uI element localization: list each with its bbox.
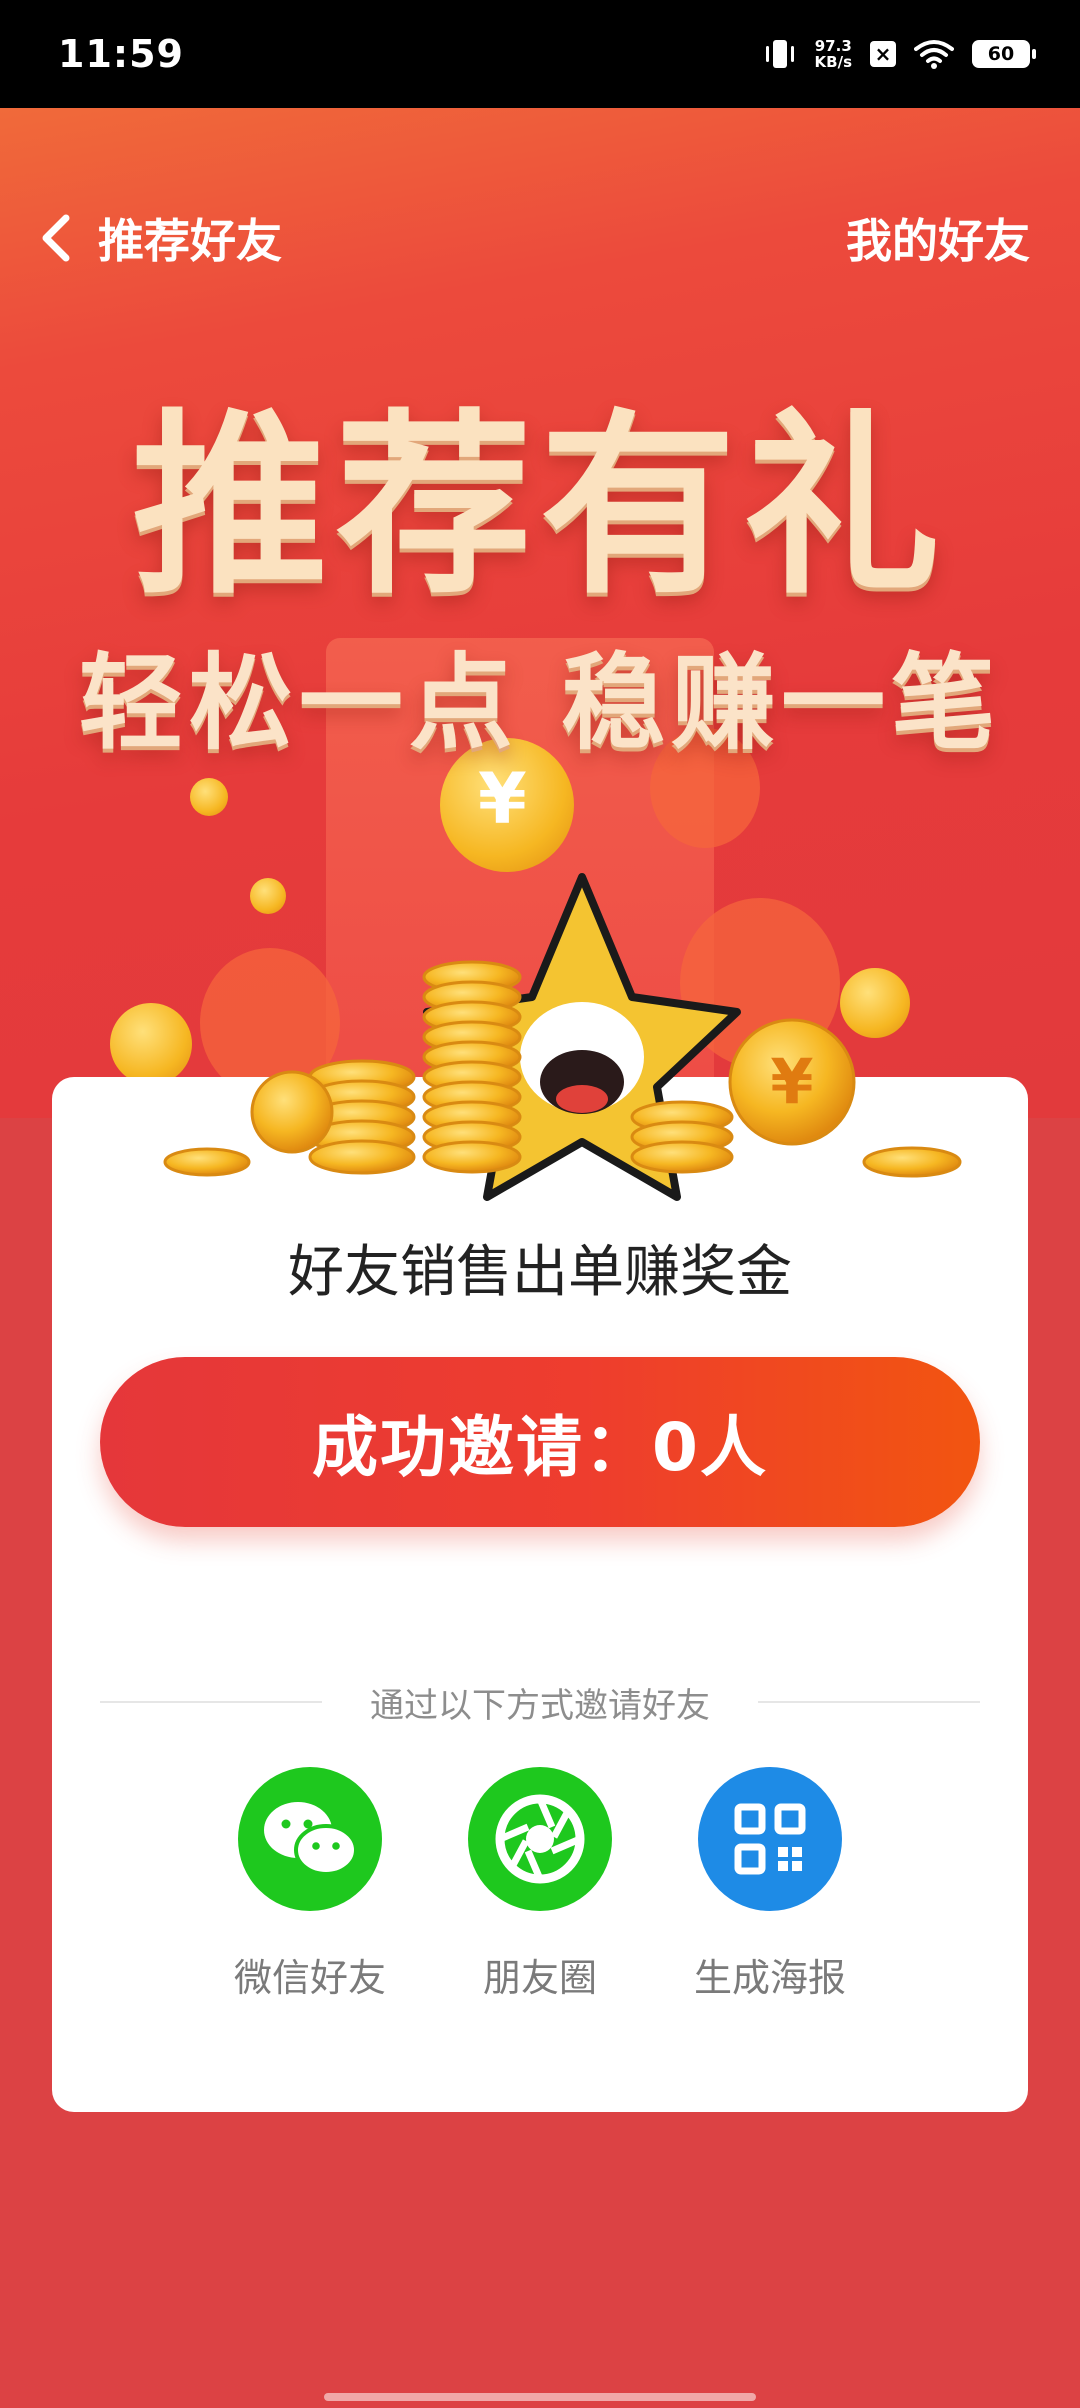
no-sim-icon: ×: [870, 41, 896, 67]
page-title: 推荐好友: [98, 214, 282, 268]
generate-poster-label: 生成海报: [693, 1956, 846, 2000]
network-speed: 97.3 KB/s: [815, 38, 852, 70]
divider-line: [758, 1701, 980, 1703]
invite-card: ¥ 好友销售出单赚奖金 成功邀请：0人 通过以下方式邀请好友 微信好友 朋友圈 …: [52, 873, 1028, 2112]
moments-icon: [468, 1767, 612, 1911]
share-wechat-label: 微信好友: [233, 1956, 386, 2000]
qrcode-icon: [698, 1767, 842, 1911]
status-time: 11:59: [58, 32, 184, 76]
status-icons: 97.3 KB/s × 60: [763, 37, 1036, 71]
wifi-icon: [914, 40, 954, 69]
coin-icon: [190, 778, 228, 816]
vibrate-icon: [765, 40, 794, 68]
coin-symbol: ¥: [478, 758, 527, 840]
banner-subheadline: 轻松一点 稳赚一笔: [78, 642, 1002, 764]
wechat-icon: [238, 1767, 382, 1911]
generate-poster-button[interactable]: 生成海报: [650, 1767, 890, 2002]
back-button[interactable]: 推荐好友: [36, 205, 282, 271]
top-nav-bar: 推荐好友 我的好友: [0, 198, 1080, 278]
invite-methods-label: 通过以下方式邀请好友: [370, 1685, 710, 1726]
star-mascot-illustration: ¥: [163, 873, 962, 1201]
share-moments-label: 朋友圈: [482, 1956, 597, 2000]
my-friends-link[interactable]: 我的好友: [846, 205, 1030, 271]
share-wechat-button[interactable]: 微信好友: [190, 1767, 430, 2002]
share-moments-button[interactable]: 朋友圈: [420, 1767, 660, 2002]
invite-methods-divider: 通过以下方式邀请好友: [100, 1677, 980, 1727]
banner-headline: 推荐有礼: [131, 393, 948, 621]
battery-level: 60: [987, 43, 1015, 65]
share-options: 微信好友 朋友圈 生成海报: [52, 1767, 1028, 2007]
network-speed-unit: KB/s: [814, 53, 852, 71]
network-speed-value: 97.3: [814, 37, 852, 55]
invite-count-button[interactable]: 成功邀请：0人: [100, 1357, 980, 1527]
divider-line: [100, 1701, 322, 1703]
status-bar: 11:59 97.3 KB/s × 60: [0, 0, 1080, 108]
home-indicator[interactable]: [324, 2393, 756, 2401]
chevron-left-icon: [42, 214, 70, 262]
coin-symbol: ¥: [770, 1045, 813, 1118]
card-title: 好友销售出单赚奖金: [288, 1240, 792, 1305]
invite-count-label: 成功邀请：0人: [312, 1409, 768, 1486]
battery-icon: 60: [972, 40, 1036, 68]
